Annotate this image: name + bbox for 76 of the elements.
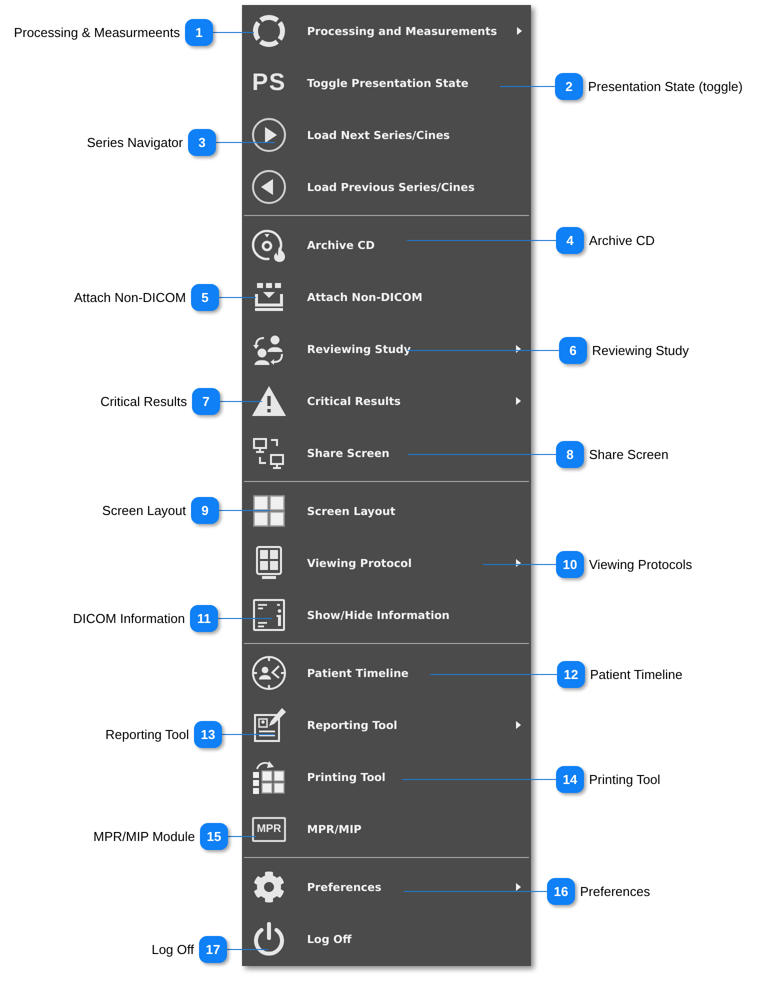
callout-label: Viewing Protocols <box>589 556 692 572</box>
menu-item[interactable]: Processing and Measurements <box>242 5 531 57</box>
menu-item[interactable]: Reviewing Study <box>242 323 531 375</box>
menu-item[interactable]: Printing Tool <box>242 751 531 803</box>
monitors-icon <box>251 435 287 471</box>
callout-label: Reviewing Study <box>592 342 689 358</box>
number-marker: 17 <box>199 936 227 962</box>
number-marker: 1 <box>185 18 213 46</box>
callout-label: DICOM Information <box>73 610 185 626</box>
reverse-play-circle-icon <box>251 169 287 205</box>
callout-label: Archive CD <box>589 232 655 248</box>
callout-label: Log Off <box>152 942 194 956</box>
callout-label: Screen Layout <box>102 502 186 518</box>
callout-label: Reporting Tool <box>105 726 189 742</box>
menu-item[interactable]: Load Previous Series/Cines <box>242 161 531 213</box>
number-marker: 15 <box>200 822 228 850</box>
number-marker: 5 <box>191 284 219 310</box>
document-pencil-icon <box>251 707 287 743</box>
menu-item[interactable]: Load Next Series/Cines <box>242 109 531 161</box>
callout-label: Attach Non-DICOM <box>74 290 186 304</box>
number-marker: 8 <box>556 440 584 468</box>
menu-item[interactable]: Preferences <box>242 861 531 913</box>
info-panel-icon <box>251 597 287 633</box>
leader-line <box>219 510 270 511</box>
menu-item[interactable]: Attach Non-DICOM <box>242 271 531 323</box>
grid-icon <box>251 493 287 529</box>
number-marker: 3 <box>188 128 216 156</box>
leader-line <box>220 401 262 402</box>
number-marker: 13 <box>194 720 222 748</box>
number-marker: 16 <box>547 878 575 904</box>
number-marker: 6 <box>559 336 587 364</box>
number-marker: 10 <box>556 550 584 578</box>
disc-flame-icon <box>251 227 287 263</box>
menu-item[interactable]: Reporting Tool <box>242 699 531 751</box>
clock-person-icon <box>251 655 287 691</box>
ps-icon: PS <box>251 71 287 95</box>
menu-item[interactable]: Share Screen <box>242 427 531 479</box>
menu-item[interactable]: Viewing Protocol <box>242 537 531 589</box>
callout-label: Processing & Measurmeents <box>14 24 180 40</box>
callout-label: Printing Tool <box>589 772 660 786</box>
callout-label: Presentation State (toggle) <box>588 78 743 94</box>
number-marker: 4 <box>556 226 584 254</box>
callout-label: Patient Timeline <box>590 666 682 682</box>
callout-label: Series Navigator <box>86 134 183 150</box>
callout-label: Critical Results <box>100 394 187 408</box>
settings-icon <box>251 869 287 905</box>
leader-line <box>216 142 275 143</box>
play-circle-icon <box>251 117 287 153</box>
number-marker: 7 <box>192 388 220 414</box>
number-marker: 12 <box>557 660 585 688</box>
menu-item[interactable]: Patient Timeline <box>242 647 531 699</box>
mpr-icon: MPR <box>252 816 286 842</box>
number-marker: 14 <box>556 766 584 792</box>
leader-line <box>222 734 275 735</box>
menu-item[interactable]: Screen Layout <box>242 485 531 537</box>
number-marker: 11 <box>190 604 218 632</box>
grid-arrow-icon <box>251 759 287 795</box>
callout-label: Share Screen <box>589 446 668 462</box>
number-marker: 9 <box>191 496 219 524</box>
leader-line <box>227 949 268 950</box>
menu-item[interactable]: MPR MPR/MIP <box>242 803 531 855</box>
menu-item[interactable]: Log Off <box>242 913 531 965</box>
leader-line <box>213 32 254 33</box>
menu-item[interactable]: Show/Hide Information <box>242 589 531 641</box>
menu-item[interactable]: PS Toggle Presentation State <box>242 57 531 109</box>
menu-item[interactable]: Archive CD <box>242 219 531 271</box>
leader-line <box>219 297 256 298</box>
leader-line <box>218 618 272 619</box>
power-icon <box>251 921 287 957</box>
leader-line <box>228 836 256 837</box>
callout-label: Preferences <box>580 884 650 898</box>
ring-icon <box>251 13 287 49</box>
number-marker: 2 <box>555 72 583 100</box>
callout-label: MPR/MIP Module <box>93 828 195 844</box>
menu-item[interactable]: Critical Results <box>242 375 531 427</box>
leader-line <box>500 86 555 87</box>
